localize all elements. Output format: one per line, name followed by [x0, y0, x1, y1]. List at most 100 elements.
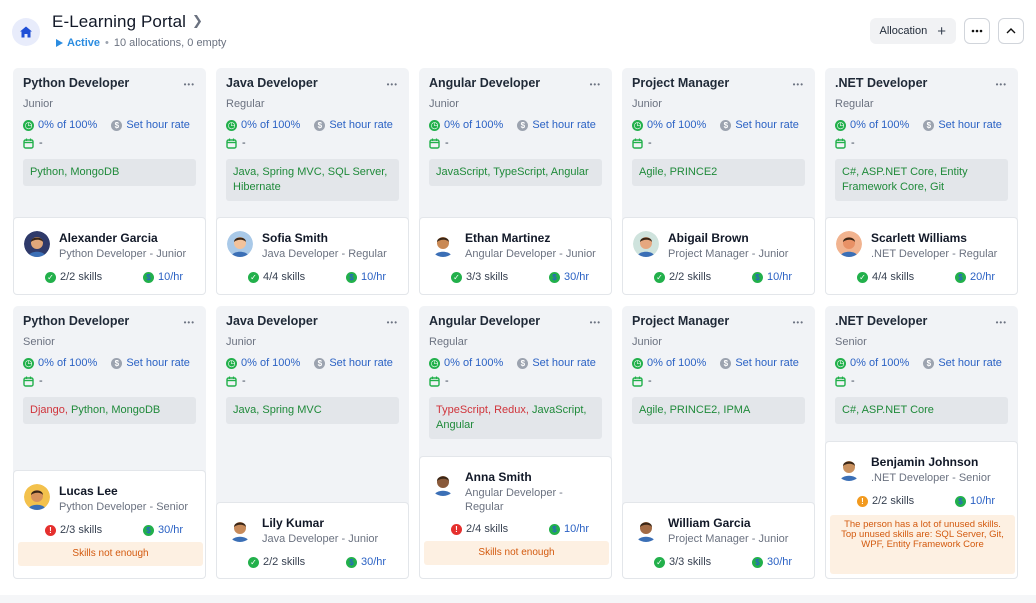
more-horizontal-icon[interactable]: •••: [996, 80, 1007, 89]
hour-rate[interactable]: $30/hr: [342, 556, 386, 568]
hour-rate[interactable]: $10/hr: [342, 271, 386, 283]
allocation-card[interactable]: Java Developer ••• Junior ◷ 0% of 100% $ Set h…: [216, 306, 409, 579]
more-horizontal-icon[interactable]: •••: [793, 80, 804, 89]
skills-match[interactable]: ✓ 3/3 skills: [650, 556, 711, 568]
role-title: .NET Developer: [835, 314, 928, 328]
set-hour-rate-link[interactable]: Set hour rate: [329, 357, 393, 369]
allocation-percent[interactable]: 0% of 100%: [241, 119, 300, 131]
set-hour-rate-link[interactable]: Set hour rate: [735, 357, 799, 369]
person-name[interactable]: Alexander Garcia: [59, 231, 158, 245]
skills-match[interactable]: ! 2/4 skills: [447, 523, 508, 535]
date-range[interactable]: -: [23, 137, 196, 149]
chevron-right-icon[interactable]: ❯: [192, 13, 203, 29]
allocation-card[interactable]: Project Manager ••• Junior ◷ 0% of 100% $ Set …: [622, 68, 815, 295]
set-hour-rate-link[interactable]: Set hour rate: [126, 119, 190, 131]
person-name[interactable]: William Garcia: [668, 516, 751, 530]
more-horizontal-icon[interactable]: •••: [387, 80, 398, 89]
more-horizontal-icon[interactable]: •••: [387, 318, 398, 327]
allocation-percent[interactable]: 0% of 100%: [444, 119, 503, 131]
allocation-percent[interactable]: 0% of 100%: [647, 357, 706, 369]
date-range[interactable]: -: [23, 375, 196, 387]
allocation-percent[interactable]: 0% of 100%: [241, 357, 300, 369]
more-horizontal-icon[interactable]: •••: [590, 80, 601, 89]
hour-rate[interactable]: $10/hr: [748, 271, 792, 283]
set-hour-rate-link[interactable]: Set hour rate: [938, 357, 1002, 369]
person-name[interactable]: Lily Kumar: [262, 516, 324, 530]
allocation-percent[interactable]: 0% of 100%: [850, 119, 909, 131]
skills-match[interactable]: ✓ 2/2 skills: [650, 271, 711, 283]
date-range[interactable]: -: [835, 137, 1008, 149]
allocation-card[interactable]: Project Manager ••• Junior ◷ 0% of 100% $ Set …: [622, 306, 815, 579]
hour-rate[interactable]: $30/hr: [545, 271, 589, 283]
person-name[interactable]: Abigail Brown: [668, 231, 749, 245]
more-horizontal-icon[interactable]: •••: [793, 318, 804, 327]
assigned-person[interactable]: William Garcia Project Manager - Junior ✓ 3…: [622, 502, 815, 579]
skills-match[interactable]: ! 2/2 skills: [853, 495, 914, 507]
hour-rate[interactable]: $10/hr: [545, 523, 589, 535]
skills-match[interactable]: ✓ 2/2 skills: [41, 271, 102, 283]
allocation-card[interactable]: Angular Developer ••• Regular ◷ 0% of 100% $ S…: [419, 306, 612, 579]
skills-match[interactable]: ✓ 3/3 skills: [447, 271, 508, 283]
allocation-percent[interactable]: 0% of 100%: [38, 357, 97, 369]
allocation-card[interactable]: .NET Developer ••• Regular ◷ 0% of 100% $ Set …: [825, 68, 1018, 295]
more-options-button[interactable]: [964, 18, 990, 44]
person-name[interactable]: Sofia Smith: [262, 231, 328, 245]
collapse-button[interactable]: [998, 18, 1024, 44]
date-range[interactable]: -: [429, 137, 602, 149]
hour-rate[interactable]: $10/hr: [951, 495, 995, 507]
assigned-person[interactable]: Lucas Lee Python Developer - Senior! 2/3 s…: [13, 470, 206, 579]
assigned-person[interactable]: Ethan Martinez Angular Developer - Junior…: [419, 217, 612, 295]
date-range[interactable]: -: [226, 137, 399, 149]
skills-match[interactable]: ✓ 4/4 skills: [853, 271, 914, 283]
allocation-card[interactable]: Angular Developer ••• Junior ◷ 0% of 100% $ Se…: [419, 68, 612, 295]
assigned-person[interactable]: Sofia Smith Java Developer - Regular ✓ 4/4 …: [216, 217, 409, 295]
assigned-person[interactable]: Anna Smith Angular Developer - Regular! 2/…: [419, 456, 612, 579]
date-range[interactable]: -: [226, 375, 399, 387]
assigned-person[interactable]: Benjamin Johnson .NET Developer - Senior!…: [825, 441, 1018, 579]
allocation-percent[interactable]: 0% of 100%: [647, 119, 706, 131]
person-name[interactable]: Lucas Lee: [59, 484, 118, 498]
set-hour-rate-link[interactable]: Set hour rate: [532, 357, 596, 369]
hour-rate[interactable]: $30/hr: [139, 524, 183, 536]
more-horizontal-icon[interactable]: •••: [184, 80, 195, 89]
assigned-person[interactable]: Alexander Garcia Python Developer - Junio…: [13, 217, 206, 295]
dollar-icon: $: [752, 556, 763, 568]
allocation-card[interactable]: Python Developer ••• Senior ◷ 0% of 100% $ Set…: [13, 306, 206, 579]
date-range[interactable]: -: [429, 375, 602, 387]
assigned-person[interactable]: Lily Kumar Java Developer - Junior ✓ 2/2 sk…: [216, 502, 409, 579]
hour-rate[interactable]: $30/hr: [748, 556, 792, 568]
bottom-scrollbar[interactable]: [0, 595, 1036, 603]
set-hour-rate-link[interactable]: Set hour rate: [532, 119, 596, 131]
allocation-percent[interactable]: 0% of 100%: [850, 357, 909, 369]
set-hour-rate-link[interactable]: Set hour rate: [735, 119, 799, 131]
allocation-card[interactable]: Python Developer ••• Junior ◷ 0% of 100% $ Set…: [13, 68, 206, 295]
person-name[interactable]: Scarlett Williams: [871, 231, 967, 245]
allocation-percent[interactable]: 0% of 100%: [38, 119, 97, 131]
status-badge[interactable]: Active: [67, 37, 100, 49]
hour-rate[interactable]: $10/hr: [139, 271, 183, 283]
set-hour-rate-link[interactable]: Set hour rate: [329, 119, 393, 131]
set-hour-rate-link[interactable]: Set hour rate: [126, 357, 190, 369]
date-range[interactable]: -: [835, 375, 1008, 387]
skills-match[interactable]: ✓ 2/2 skills: [244, 556, 305, 568]
more-horizontal-icon[interactable]: •••: [996, 318, 1007, 327]
allocation-card[interactable]: Java Developer ••• Regular ◷ 0% of 100% $ Set …: [216, 68, 409, 295]
date-range[interactable]: -: [632, 137, 805, 149]
person-name[interactable]: Ethan Martinez: [465, 231, 550, 245]
home-icon[interactable]: [12, 18, 40, 46]
skills-match[interactable]: ! 2/3 skills: [41, 524, 102, 536]
skill-tag: Angular: [436, 419, 474, 431]
person-name[interactable]: Anna Smith: [465, 470, 532, 484]
assigned-person[interactable]: Abigail Brown Project Manager - Junior ✓ 2/…: [622, 217, 815, 295]
more-horizontal-icon[interactable]: •••: [184, 318, 195, 327]
add-allocation-button[interactable]: Allocation +: [869, 18, 956, 44]
person-name[interactable]: Benjamin Johnson: [871, 455, 978, 469]
assigned-person[interactable]: Scarlett Williams .NET Developer - Regula…: [825, 217, 1018, 295]
allocation-card[interactable]: .NET Developer ••• Senior ◷ 0% of 100% $ Set h…: [825, 306, 1018, 579]
date-range[interactable]: -: [632, 375, 805, 387]
skills-match[interactable]: ✓ 4/4 skills: [244, 271, 305, 283]
more-horizontal-icon[interactable]: •••: [590, 318, 601, 327]
allocation-percent[interactable]: 0% of 100%: [444, 357, 503, 369]
set-hour-rate-link[interactable]: Set hour rate: [938, 119, 1002, 131]
hour-rate[interactable]: $20/hr: [951, 271, 995, 283]
